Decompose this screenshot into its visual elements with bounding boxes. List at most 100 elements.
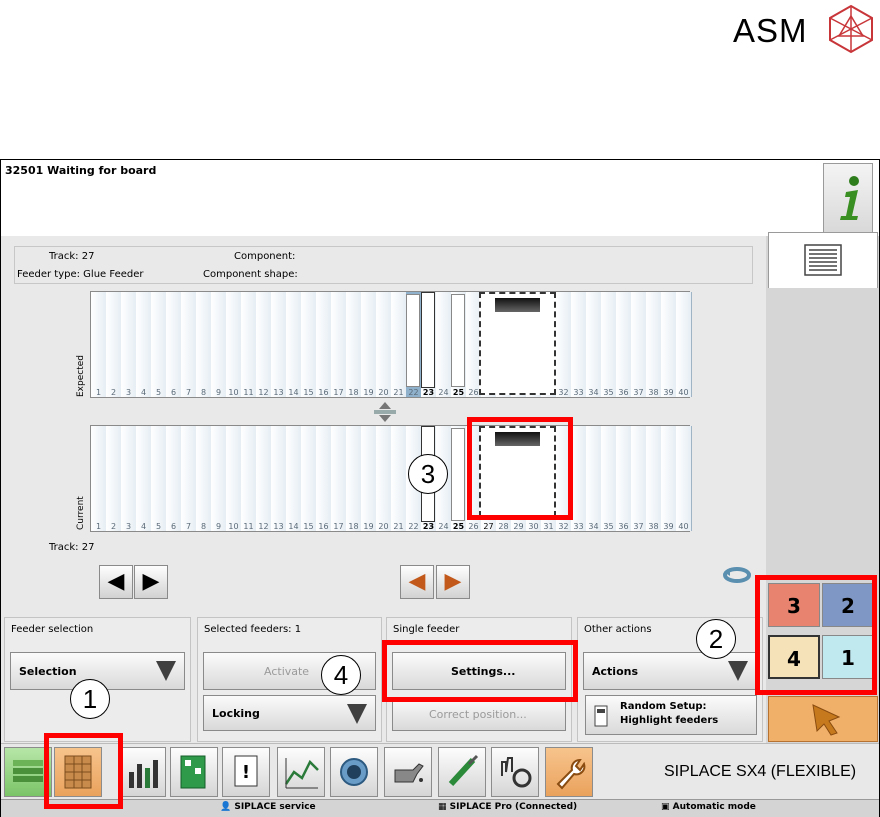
expected-feeder-22[interactable] — [406, 294, 420, 387]
slot-number: 12 — [258, 388, 269, 397]
expected-slot[interactable]: 32 — [556, 292, 572, 397]
current-slot[interactable]: 13 — [271, 426, 287, 531]
expected-slot[interactable]: 18 — [346, 292, 362, 397]
board-tab-button[interactable] — [170, 747, 218, 797]
current-slot[interactable]: 35 — [601, 426, 617, 531]
confirm-button[interactable] — [768, 696, 878, 742]
expected-slot[interactable]: 15 — [301, 292, 317, 397]
current-slot[interactable]: 18 — [346, 426, 362, 531]
current-slot[interactable]: 34 — [586, 426, 602, 531]
current-slot[interactable]: 38 — [646, 426, 662, 531]
current-slot[interactable]: 36 — [616, 426, 632, 531]
expected-rack[interactable]: 1 2 3 4 5 6 7 8 9 10 11 12 13 14 15 16 17 18 19 20 21 22 23 24 2… — [90, 291, 692, 398]
rack-divider-icon[interactable] — [373, 402, 397, 426]
current-slot[interactable]: 20 — [376, 426, 392, 531]
current-rack[interactable]: 1 2 3 4 5 6 7 8 9 10 11 12 13 14 15 16 17 18 19 20 21 22 23 24 2… — [90, 425, 692, 532]
prev-left-button[interactable]: ◀ — [99, 565, 133, 599]
expected-slot[interactable]: 35 — [601, 292, 617, 397]
current-slot[interactable]: 19 — [361, 426, 377, 531]
expected-feeder-27[interactable] — [479, 292, 556, 395]
slot-number: 6 — [170, 522, 177, 531]
camera-tab-button[interactable] — [330, 747, 378, 797]
expected-slot[interactable]: 37 — [631, 292, 647, 397]
info-button[interactable] — [823, 163, 873, 235]
current-slot[interactable]: 21 — [391, 426, 407, 531]
expected-slot[interactable]: 19 — [361, 292, 377, 397]
expected-slot[interactable]: 2 — [106, 292, 122, 397]
expected-slot[interactable]: 17 — [331, 292, 347, 397]
expected-feeder-25[interactable] — [451, 294, 465, 387]
current-slot[interactable]: 15 — [301, 426, 317, 531]
slot-number: 9 — [215, 522, 222, 531]
random-setup-button[interactable]: Random Setup: Highlight feeders — [585, 695, 757, 735]
expected-slot[interactable]: 21 — [391, 292, 407, 397]
expected-slot[interactable]: 8 — [196, 292, 212, 397]
expected-slot[interactable]: 12 — [256, 292, 272, 397]
current-slot[interactable]: 37 — [631, 426, 647, 531]
camera-icon — [340, 758, 368, 786]
current-slot[interactable]: 9 — [211, 426, 227, 531]
expected-slot[interactable]: 33 — [571, 292, 587, 397]
expected-slot[interactable]: 7 — [181, 292, 197, 397]
current-slot[interactable]: 10 — [226, 426, 242, 531]
current-slot[interactable]: 4 — [136, 426, 152, 531]
current-slot[interactable]: 11 — [241, 426, 257, 531]
expected-slot[interactable]: 5 — [151, 292, 167, 397]
current-slot[interactable]: 16 — [316, 426, 332, 531]
manual-tab-button[interactable] — [491, 747, 539, 797]
expected-slot[interactable]: 40 — [676, 292, 692, 397]
slot-number: 20 — [378, 522, 389, 531]
expected-slot[interactable]: 10 — [226, 292, 242, 397]
prev-feeder-button[interactable]: ◀ — [400, 565, 434, 599]
expected-slot[interactable]: 20 — [376, 292, 392, 397]
expected-slot[interactable]: 14 — [286, 292, 302, 397]
expected-slot[interactable]: 4 — [136, 292, 152, 397]
current-slot[interactable]: 40 — [676, 426, 692, 531]
expected-slot[interactable]: 34 — [586, 292, 602, 397]
current-slot[interactable]: 7 — [181, 426, 197, 531]
current-slot[interactable]: 1 — [91, 426, 107, 531]
slot-number: 7 — [185, 388, 192, 397]
expected-slot[interactable]: 36 — [616, 292, 632, 397]
expected-feeder-23[interactable] — [421, 292, 435, 388]
feeder-selection-title: Feeder selection — [11, 624, 94, 635]
random-setup-line1: Random Setup: — [620, 701, 707, 712]
next-feeder-button[interactable]: ▶ — [436, 565, 470, 599]
current-slot[interactable]: 6 — [166, 426, 182, 531]
trend-tab-button[interactable] — [277, 747, 325, 797]
expected-slot[interactable]: 11 — [241, 292, 257, 397]
current-feeder-25[interactable] — [451, 428, 465, 521]
refresh-icon[interactable] — [722, 564, 752, 590]
slot-number: 8 — [200, 388, 207, 397]
current-slot[interactable]: 33 — [571, 426, 587, 531]
locking-dropdown[interactable]: Locking — [203, 695, 376, 731]
expected-slot[interactable]: 39 — [661, 292, 677, 397]
correct-position-button[interactable]: Correct position... — [392, 697, 566, 731]
messages-tab-button[interactable]: ! — [222, 747, 270, 797]
current-slot[interactable]: 17 — [331, 426, 347, 531]
current-slot[interactable]: 5 — [151, 426, 167, 531]
tools-tab-button[interactable] — [438, 747, 486, 797]
next-left-button[interactable]: ▶ — [134, 565, 168, 599]
current-slot[interactable]: 8 — [196, 426, 212, 531]
current-slot[interactable]: 12 — [256, 426, 272, 531]
expected-slot[interactable]: 6 — [166, 292, 182, 397]
list-view-tab[interactable] — [768, 232, 878, 288]
expected-slot[interactable]: 9 — [211, 292, 227, 397]
current-slot[interactable]: 2 — [106, 426, 122, 531]
expected-slot[interactable]: 13 — [271, 292, 287, 397]
current-slot[interactable]: 14 — [286, 426, 302, 531]
expected-slot[interactable]: 1 — [91, 292, 107, 397]
current-slot[interactable]: 3 — [121, 426, 137, 531]
oil-tab-button[interactable] — [384, 747, 432, 797]
expected-slot[interactable]: 38 — [646, 292, 662, 397]
expected-slot[interactable]: 3 — [121, 292, 137, 397]
statistics-tab-button[interactable] — [118, 747, 166, 797]
expected-slot[interactable]: 24 — [436, 292, 452, 397]
service-tab-button[interactable] — [545, 747, 593, 797]
slot-number: 2 — [110, 388, 117, 397]
slot-number: 24 — [438, 522, 449, 531]
current-slot[interactable]: 39 — [661, 426, 677, 531]
actions-dropdown[interactable]: Actions — [583, 652, 757, 690]
expected-slot[interactable]: 16 — [316, 292, 332, 397]
